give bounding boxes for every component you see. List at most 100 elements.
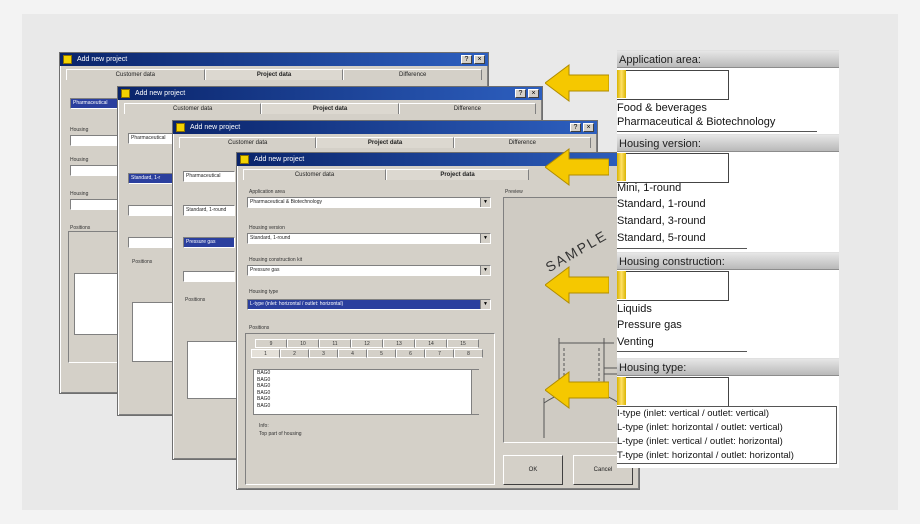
housing-version-label: Housing version (249, 225, 285, 231)
position-tab[interactable]: 3 (309, 349, 338, 358)
selector-slot (617, 153, 839, 183)
housing-construction-select[interactable]: Pressure gas (183, 237, 235, 248)
tab-customer-data[interactable]: Customer data (243, 169, 386, 180)
close-button[interactable]: × (528, 89, 539, 98)
option-item[interactable]: Liquids (617, 303, 652, 315)
dialog-window-front: Add new project Customer data Project da… (236, 152, 640, 490)
housing-construction-value: Pressure gas (250, 267, 280, 273)
info-text: Top part of housing (259, 431, 302, 437)
housing-type-select[interactable] (183, 271, 235, 282)
option-item[interactable]: Food & beverages (617, 102, 707, 114)
option-item[interactable]: Mini, 1-round (617, 182, 681, 194)
housing-version-select[interactable]: Standard, 1-round ▼ (247, 233, 491, 244)
position-tab[interactable]: 8 (454, 349, 483, 358)
position-tab[interactable]: 4 (338, 349, 367, 358)
callout-header: Housing type: (617, 358, 839, 376)
housing-construction-label: Housing construction kit (249, 257, 303, 263)
housing-type-select[interactable] (128, 237, 176, 248)
housing-type-label: Housing type (249, 289, 279, 295)
tab-strip: Customer data Project data Difference (66, 69, 483, 80)
option-item[interactable]: Standard, 5-round (617, 232, 706, 244)
callout-application-area: Application area: Food & beverages Pharm… (617, 50, 839, 132)
tab-customer-data[interactable]: Customer data (179, 137, 317, 148)
help-button[interactable]: ? (461, 55, 472, 64)
position-tab[interactable]: 7 (425, 349, 454, 358)
application-area-label: Application area (249, 189, 285, 195)
help-button[interactable]: ? (570, 123, 581, 132)
bag-list[interactable]: BAG0 BAG0 BAG0 BAG0 BAG0 BAG0 (253, 369, 479, 415)
list-scrollbar[interactable] (471, 370, 479, 414)
close-button[interactable]: × (583, 123, 594, 132)
option-item[interactable]: Pressure gas (617, 319, 682, 331)
tab-project-data[interactable]: Project data (261, 103, 399, 114)
housing-version-select[interactable]: Standard, 1-round (183, 205, 235, 216)
positions-label: Positions (185, 297, 206, 303)
position-tab[interactable]: 6 (396, 349, 425, 358)
help-button[interactable]: ? (515, 89, 526, 98)
tab-project-data[interactable]: Project data (316, 137, 454, 148)
position-tab[interactable]: 10 (287, 339, 319, 348)
arrow-housing-construction (545, 266, 609, 304)
housing-version-value: Standard, 1-round (250, 235, 291, 241)
housing-construction-select[interactable] (70, 165, 118, 176)
option-item[interactable]: L-type (inlet: vertical / outlet: horizo… (617, 436, 783, 447)
tab-difference[interactable]: Difference (453, 137, 591, 148)
housing-version-select[interactable]: Standard, 1-r (128, 173, 176, 184)
tab-project-data[interactable]: Project data (204, 69, 344, 80)
position-tab[interactable]: 13 (383, 339, 415, 348)
chevron-down-icon[interactable]: ▼ (480, 198, 490, 207)
chevron-down-icon[interactable]: ▼ (480, 266, 490, 275)
callout-housing-type: Housing type: I-type (inlet: vertical / … (617, 356, 839, 468)
application-area-select[interactable]: Pharmaceutical & Biotechnology ▼ (247, 197, 491, 208)
housing-type-select[interactable]: L-type (inlet: horizontal / outlet: hori… (247, 299, 491, 310)
option-item[interactable]: Standard, 1-round (617, 198, 706, 210)
position-tab[interactable]: 11 (319, 339, 351, 348)
tab-difference[interactable]: Difference (343, 69, 483, 80)
ok-button[interactable]: OK (503, 455, 563, 485)
position-tab[interactable]: 9 (255, 339, 287, 348)
close-button[interactable]: × (474, 55, 485, 64)
application-area-select[interactable]: Pharmaceutical (183, 171, 235, 182)
position-tab[interactable]: 2 (280, 349, 309, 358)
option-item[interactable]: Standard, 3-round (617, 215, 706, 227)
callout-housing-version: Housing version: Mini, 1-round Standard,… (617, 132, 839, 250)
callout-header: Housing construction: (617, 252, 839, 270)
chevron-down-icon[interactable]: ▼ (480, 234, 490, 243)
housing-construction-select[interactable]: Pressure gas ▼ (247, 265, 491, 276)
option-item[interactable]: I-type (inlet: vertical / outlet: vertic… (617, 408, 769, 419)
tab-project-data[interactable]: Project data (386, 169, 529, 180)
tab-strip: Customer data Project data Difference (179, 137, 591, 148)
list-item[interactable]: BAG0 (257, 403, 478, 410)
callout-housing-construction: Housing construction: Liquids Pressure g… (617, 250, 839, 356)
position-tab[interactable]: 12 (351, 339, 383, 348)
housing-version-select[interactable] (70, 135, 118, 146)
housing-type-select[interactable] (70, 199, 118, 210)
arrow-application-area (545, 64, 609, 102)
window-title: Add new project (135, 90, 186, 97)
option-item[interactable]: T-type (inlet: horizontal / outlet: hori… (617, 450, 794, 461)
positions-list[interactable] (74, 273, 118, 335)
selector-slot (617, 271, 839, 301)
housing-construction-label: Housing (70, 157, 89, 163)
preview-label: Preview (505, 189, 523, 195)
option-item[interactable]: Venting (617, 336, 654, 348)
tab-customer-data[interactable]: Customer data (66, 69, 205, 80)
tab-difference[interactable]: Difference (398, 103, 536, 114)
position-tab[interactable]: 15 (447, 339, 479, 348)
app-icon (63, 55, 72, 64)
position-tab[interactable]: 5 (367, 349, 396, 358)
option-item[interactable]: L-type (inlet: horizontal / outlet: vert… (617, 422, 783, 433)
position-tab[interactable]: 14 (415, 339, 447, 348)
application-area-select[interactable]: Pharmaceutical (128, 133, 176, 144)
chevron-down-icon[interactable]: ▼ (480, 300, 490, 309)
divider (617, 248, 747, 249)
callout-header: Housing version: (617, 134, 839, 152)
tab-customer-data[interactable]: Customer data (124, 103, 262, 114)
option-item[interactable]: Pharmaceutical & Biotechnology (617, 116, 775, 128)
housing-type-value: L-type (inlet: horizontal / outlet: hori… (250, 301, 344, 307)
positions-list[interactable] (187, 341, 237, 399)
tab-strip: Customer data Project data (243, 169, 529, 180)
position-tab[interactable]: 1 (251, 349, 280, 358)
housing-construction-select[interactable] (128, 205, 176, 216)
application-area-select[interactable]: Pharmaceutical (70, 98, 118, 109)
